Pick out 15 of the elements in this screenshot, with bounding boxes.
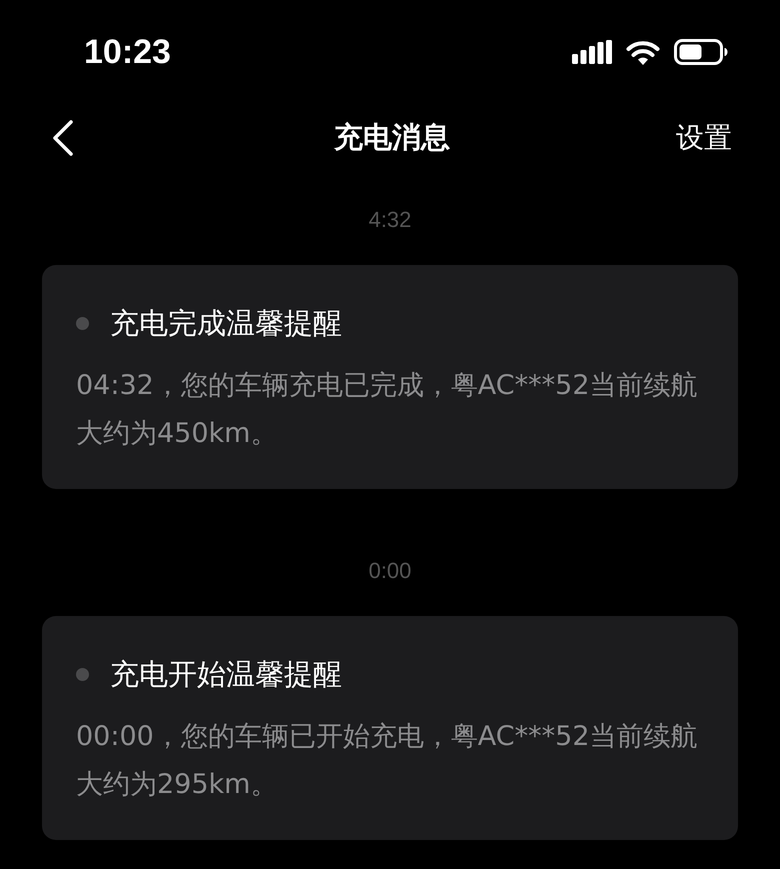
- message-title: 充电开始温馨提醒: [110, 656, 342, 693]
- message-time: 4:32: [368, 206, 412, 234]
- message-card[interactable]: 充电完成温馨提醒 04:32，您的车辆充电已完成，粤AC***52当前续航大约为450km。: [42, 265, 738, 489]
- message-body: 04:32，您的车辆充电已完成，粤AC***52当前续航大约为450km。: [76, 369, 699, 451]
- signal-icon: [572, 40, 612, 64]
- message-body: 00:00，您的车辆已开始充电，粤AC***52当前续航大约为295km。: [76, 720, 699, 802]
- status-time: 10:23: [84, 32, 171, 72]
- wifi-icon: [626, 40, 660, 64]
- message-time: 0:00: [368, 557, 412, 585]
- page-title: 充电消息: [334, 119, 450, 156]
- battery-icon: [674, 39, 728, 65]
- back-icon[interactable]: [52, 120, 74, 156]
- settings-link[interactable]: 设置: [676, 119, 732, 157]
- message-title: 充电完成温馨提醒: [110, 305, 342, 342]
- message-card[interactable]: 充电开始温馨提醒 00:00，您的车辆已开始充电，粤AC***52当前续航大约为295km。: [42, 616, 738, 840]
